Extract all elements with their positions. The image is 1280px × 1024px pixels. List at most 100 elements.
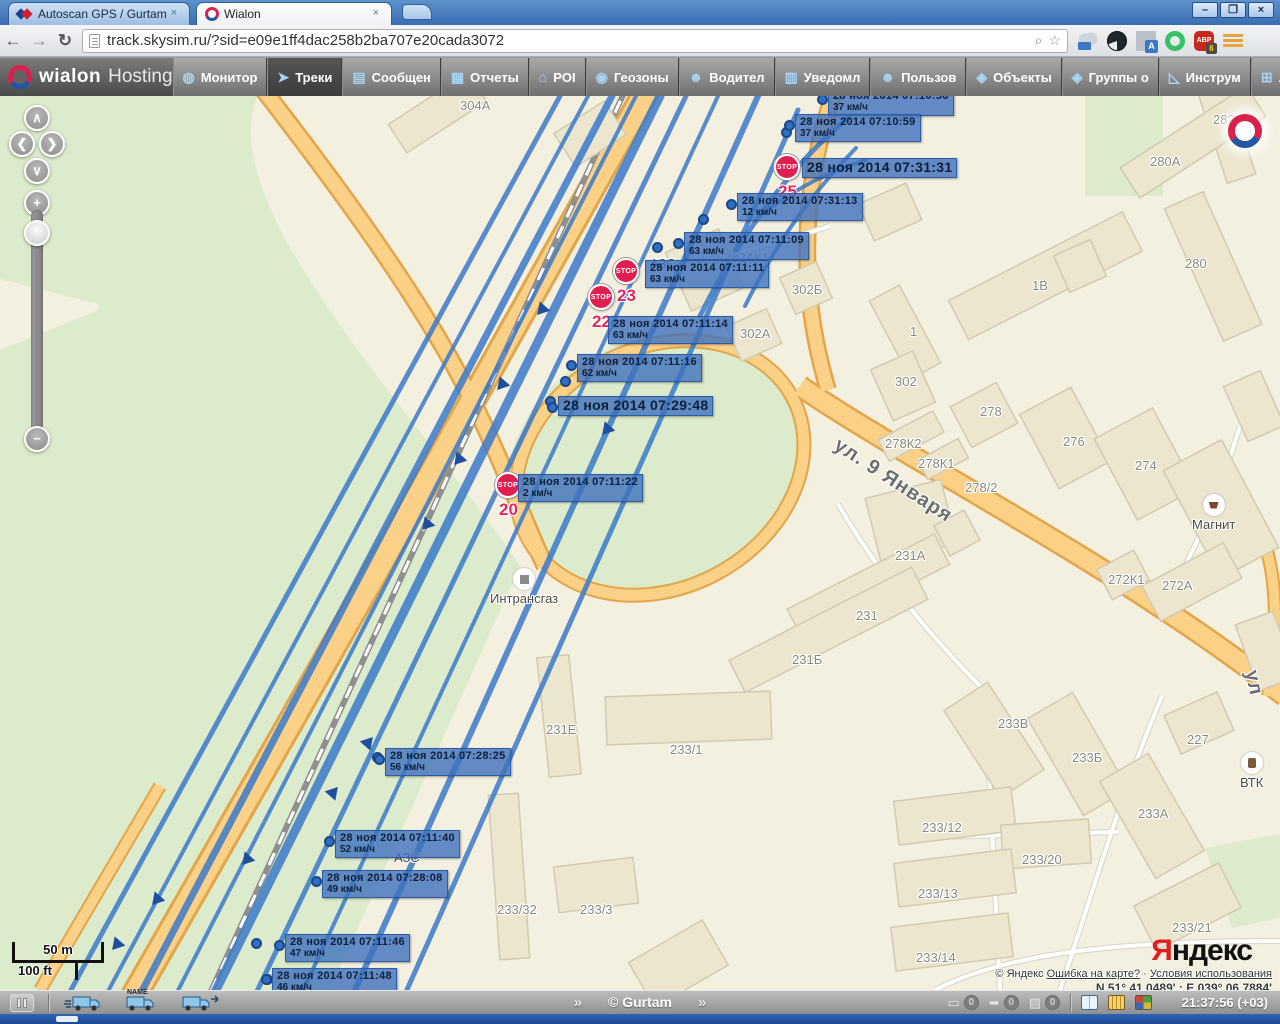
page-icon: [89, 34, 100, 48]
status-bar: NAME »© Gurtam» ▭: [0, 990, 1280, 1014]
track-point-label: 28 ноя 2014 07:11:1463 км/ч: [608, 316, 733, 344]
pan-up-button[interactable]: ∧: [24, 105, 50, 131]
media-count: 0: [1045, 995, 1060, 1010]
map-canvas[interactable]: ул. 9 Январяул304А282280А28011В302АК1302…: [0, 96, 1280, 990]
stop-marker-icon[interactable]: STOP: [613, 258, 639, 284]
log-book-button[interactable]: [1081, 995, 1098, 1010]
tools-icon: ◺: [1169, 69, 1180, 86]
pan-right-button[interactable]: ❯: [39, 131, 65, 157]
menu-units[interactable]: ◈Объекты: [966, 58, 1061, 96]
building-label: 304А: [460, 98, 490, 113]
track-point-time: 28 ноя 2014 07:11:40: [340, 832, 455, 844]
tab-wialon[interactable]: Wialon ×: [196, 2, 392, 25]
main-menu: ◍Монитор➤Треки▤Сообщен▦Отчеты⌂POI◉Геозон…: [173, 58, 1280, 96]
track-point-dot: [261, 974, 272, 985]
close-button[interactable]: ×: [1248, 2, 1274, 18]
track-point-label: 28 ноя 2014 07:11:4846 км/ч: [272, 968, 397, 990]
tab-close-icon[interactable]: ×: [369, 7, 383, 21]
menu-tracks[interactable]: ➤Треки: [267, 58, 342, 96]
expand-left-button[interactable]: »: [574, 994, 582, 1011]
track-point-label: 28 ноя 2014 07:11:1163 км/ч: [645, 260, 769, 288]
adblock-extension-icon[interactable]: ABP6: [1194, 31, 1214, 51]
wialon-logo-icon: [8, 65, 32, 89]
map-error-link[interactable]: Ошибка на карте?: [1047, 968, 1141, 980]
expand-right-button[interactable]: »: [698, 994, 706, 1011]
taskbar-item: [56, 1016, 78, 1022]
building-label: 302А: [740, 326, 770, 341]
track-point-time: 28 ноя 2014 07:11:14: [613, 318, 728, 330]
menu-reports[interactable]: ▦Отчеты: [441, 58, 529, 96]
track-point-label: 28 ноя 2014 07:28:0849 км/ч: [322, 870, 448, 898]
track-point-time: 28 ноя 2014 07:29:48: [563, 398, 708, 414]
tab-close-icon[interactable]: ×: [167, 7, 181, 21]
building-label: 274: [1135, 458, 1157, 473]
fuel-icon: [1241, 752, 1263, 774]
globe-chat-extension-icon[interactable]: [1107, 31, 1127, 51]
track-point-speed: 62 км/ч: [582, 368, 697, 379]
new-tab-button[interactable]: [402, 4, 432, 20]
messages-counter[interactable]: ▭ 0: [948, 995, 979, 1011]
menu-label: Инструм: [1186, 70, 1241, 85]
menu-notifications[interactable]: ▥Уведомл: [775, 58, 871, 96]
track-point-dot: [251, 938, 262, 949]
zoom-slider-handle[interactable]: [24, 220, 50, 246]
stop-marker-icon[interactable]: STOP: [774, 154, 800, 180]
menu-monitoring[interactable]: ◍Монитор: [173, 58, 268, 96]
map-source-button[interactable]: [1135, 995, 1152, 1010]
events-counter[interactable]: ➥ 0: [989, 995, 1019, 1011]
url-text[interactable]: track.skysim.ru/?sid=e09e1ff4dac258b2ba7…: [107, 32, 1029, 49]
autofill-icon[interactable]: ⌕: [1035, 32, 1043, 49]
track-point-speed: 37 км/ч: [833, 102, 949, 113]
track-point-time: 28 ноя 2014 07:31:31: [807, 160, 952, 176]
browser-menu-button[interactable]: [1223, 31, 1243, 51]
track-point-speed: 46 км/ч: [277, 982, 392, 990]
restore-button[interactable]: ❐: [1220, 2, 1246, 18]
building-label: 233/14: [916, 950, 956, 965]
poi-icon: ⌂: [539, 69, 547, 85]
menu-users[interactable]: ☻Пользов: [870, 58, 966, 96]
building-label: 278: [980, 404, 1002, 419]
ruler-tool-button[interactable]: [1108, 995, 1125, 1010]
reload-button[interactable]: ↻: [52, 31, 78, 51]
menu-label: Геозоны: [614, 70, 669, 85]
track-point-speed: 63 км/ч: [689, 246, 804, 257]
stop-marker-icon[interactable]: STOP: [588, 284, 614, 310]
building-label: 280: [1185, 256, 1207, 271]
menu-apps[interactable]: ⊞Apps: [1251, 58, 1280, 96]
back-button[interactable]: ←: [0, 31, 26, 51]
map-base-layer: [0, 96, 1280, 990]
menu-poi[interactable]: ⌂POI: [529, 58, 586, 96]
menu-drivers[interactable]: ☻Водител: [679, 58, 775, 96]
menu-messages[interactable]: ▤Сообщен: [342, 58, 441, 96]
building-label: 302Б: [792, 282, 822, 297]
zoom-out-button[interactable]: −: [24, 426, 50, 452]
media-counter[interactable]: ▨ 0: [1029, 995, 1060, 1011]
pan-down-button[interactable]: ∨: [24, 158, 50, 184]
messages-count: 0: [964, 995, 979, 1010]
terms-link[interactable]: Условия использования: [1150, 968, 1272, 980]
forward-button[interactable]: →: [26, 31, 52, 51]
building-label: 278К2: [885, 436, 922, 451]
building-label: 231А: [895, 548, 925, 563]
bookmark-star-icon[interactable]: ☆: [1048, 32, 1061, 49]
building-label: 1: [910, 324, 917, 339]
pan-left-button[interactable]: ❮: [9, 131, 35, 157]
track-point-label: 28 ноя 2014 07:10:5637 км/ч: [828, 96, 954, 116]
track-point-dot: [274, 940, 285, 951]
office-icon: [513, 568, 535, 590]
cloud-extension-icon[interactable]: [1078, 31, 1098, 51]
translate-extension-icon[interactable]: A: [1136, 31, 1156, 51]
track-point-dot: [547, 402, 558, 413]
track-point-time: 28 ноя 2014 07:11:48: [277, 970, 392, 982]
menu-unit-groups[interactable]: ◈Группы о: [1062, 58, 1159, 96]
track-point-time: 28 ноя 2014 07:11:09: [689, 234, 804, 246]
apps-icon: ⊞: [1261, 69, 1273, 86]
menu-tools[interactable]: ◺ Инструм: [1159, 58, 1251, 96]
green-ring-extension-icon[interactable]: [1165, 31, 1185, 51]
menu-geofences[interactable]: ◉Геозоны: [586, 58, 679, 96]
tab-autoscan[interactable]: Autoscan GPS / Gurtam / ×: [8, 2, 190, 25]
building-label: 231Е: [546, 722, 576, 737]
url-bar[interactable]: track.skysim.ru/?sid=e09e1ff4dac258b2ba7…: [82, 29, 1068, 53]
minimize-button[interactable]: –: [1192, 2, 1218, 18]
track-point-speed: 56 км/ч: [390, 762, 506, 773]
